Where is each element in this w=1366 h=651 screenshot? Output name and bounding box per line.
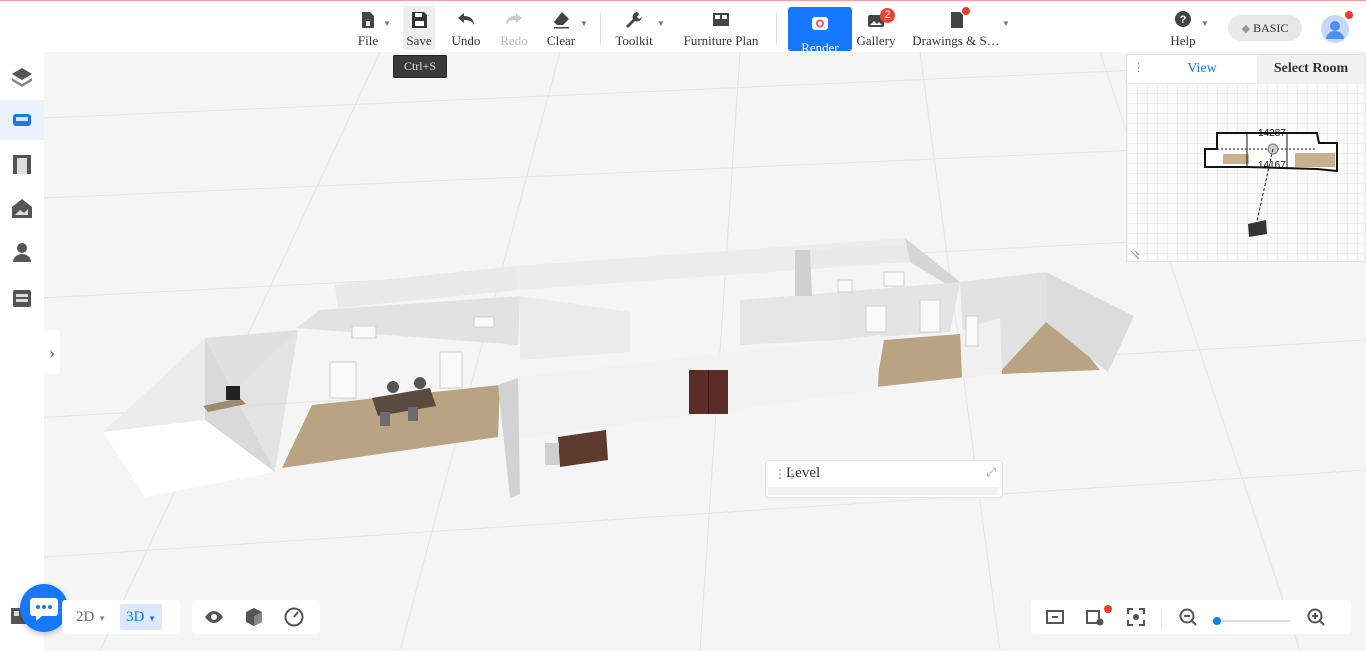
camera-zoom-toolbar bbox=[1031, 600, 1351, 634]
clear-label: Clear bbox=[546, 33, 576, 48]
drawings-notification-dot bbox=[962, 7, 970, 15]
sofa-icon bbox=[13, 114, 31, 126]
expand-icon[interactable]: ⤢ bbox=[986, 465, 996, 480]
view-2d-label: 2D bbox=[76, 609, 95, 625]
view-3d-label: 3D bbox=[126, 609, 145, 625]
undo-label: Undo bbox=[451, 33, 481, 48]
file-icon bbox=[362, 12, 374, 28]
render-button[interactable]: Render bbox=[788, 7, 852, 55]
clear-button[interactable]: Clear bbox=[544, 9, 578, 49]
person-icon bbox=[13, 243, 31, 262]
view-tools bbox=[192, 600, 320, 634]
toolkit-caret-icon[interactable]: ▼ bbox=[657, 19, 665, 28]
eye-icon[interactable] bbox=[204, 607, 224, 627]
zoom-slider-handle[interactable] bbox=[1213, 617, 1221, 625]
minimap-canvas[interactable]: 14287 14167 bbox=[1127, 83, 1365, 261]
top-toolbar: File ▼ Save Undo Redo Clear ▼ Toolkit ▼ bbox=[0, 0, 1366, 55]
sidebar-item-exterior[interactable] bbox=[0, 188, 44, 228]
save-icon bbox=[412, 12, 427, 28]
toolbar-divider bbox=[1161, 608, 1162, 628]
focus-icon[interactable] bbox=[1126, 607, 1146, 627]
door-icon bbox=[13, 155, 31, 174]
zoom-in-icon[interactable] bbox=[1306, 607, 1326, 627]
svg-text:?: ? bbox=[1180, 14, 1187, 26]
drawings-button[interactable]: Drawings & S… bbox=[912, 9, 1000, 49]
minimap-panel: ⋮⋮ View Select Room 14287 14167 bbox=[1126, 54, 1366, 262]
floorplan-outline bbox=[1130, 132, 1338, 260]
chat-bubble-icon bbox=[30, 598, 58, 621]
save-tooltip: Ctrl+S bbox=[393, 55, 447, 78]
furniture-plan-button[interactable]: Furniture Plan bbox=[680, 9, 762, 49]
file-label: File bbox=[357, 33, 379, 48]
cabinet-icon bbox=[13, 290, 31, 307]
chevron-down-icon: ▼ bbox=[98, 614, 107, 623]
render-label: Render bbox=[801, 40, 839, 55]
house-roof-icon bbox=[12, 199, 32, 218]
plan-label: BASIC bbox=[1253, 21, 1289, 35]
gallery-count-badge: 2 bbox=[880, 8, 895, 23]
drawings-caret-icon[interactable]: ▼ bbox=[1002, 19, 1010, 28]
view-2d-button[interactable]: 2D ▼ bbox=[70, 604, 112, 630]
avatar-notification-dot bbox=[1345, 11, 1353, 19]
dimension-top: 14287 bbox=[1258, 128, 1286, 139]
cube-icon[interactable] bbox=[244, 607, 264, 627]
cube-layers-icon bbox=[12, 68, 32, 87]
chat-button[interactable] bbox=[20, 584, 68, 632]
eraser-icon bbox=[554, 12, 569, 29]
furniture-plan-icon bbox=[713, 13, 729, 26]
left-sidebar bbox=[0, 52, 44, 651]
user-avatar[interactable] bbox=[1321, 15, 1349, 43]
redo-button[interactable]: Redo bbox=[497, 9, 531, 49]
view-mode-toggle: 2D ▼ 3D ▼ bbox=[62, 600, 180, 634]
zoom-out-icon[interactable] bbox=[1178, 607, 1198, 627]
chevron-down-icon: ▼ bbox=[148, 614, 157, 623]
sidebar-expand-chevron-icon[interactable]: › bbox=[44, 330, 60, 374]
file-caret-icon[interactable]: ▼ bbox=[383, 19, 391, 28]
drawings-label: Drawings & S… bbox=[912, 33, 1000, 48]
toolbar-divider bbox=[600, 13, 601, 45]
help-button[interactable]: ? Help bbox=[1166, 9, 1200, 49]
level-list[interactable] bbox=[768, 487, 998, 495]
sidebar-item-storage[interactable] bbox=[0, 278, 44, 318]
user-icon bbox=[1326, 21, 1344, 39]
zoom-slider-track[interactable] bbox=[1218, 620, 1290, 622]
sidebar-item-furniture[interactable] bbox=[0, 100, 44, 140]
help-icon: ? bbox=[1175, 11, 1191, 27]
toolkit-label: Toolkit bbox=[615, 33, 653, 48]
tab-view[interactable]: View bbox=[1147, 55, 1257, 83]
minimap-tabs: ⋮⋮ View Select Room bbox=[1127, 55, 1365, 83]
wrench-icon bbox=[626, 12, 642, 28]
tab-select-room[interactable]: Select Room bbox=[1257, 55, 1365, 83]
undo-button[interactable]: Undo bbox=[448, 9, 484, 49]
plan-badge[interactable]: ◆ BASIC bbox=[1228, 15, 1302, 41]
redo-icon bbox=[506, 13, 522, 25]
help-caret-icon[interactable]: ▼ bbox=[1201, 19, 1209, 28]
view-3d-button[interactable]: 3D ▼ bbox=[120, 604, 163, 630]
save-button[interactable]: Save bbox=[403, 9, 435, 49]
camera-preset-icon[interactable] bbox=[1045, 607, 1065, 627]
clear-caret-icon[interactable]: ▼ bbox=[580, 19, 588, 28]
file-menu-button[interactable]: File bbox=[352, 9, 384, 49]
gallery-label: Gallery bbox=[856, 33, 896, 48]
toolkit-button[interactable]: Toolkit bbox=[612, 9, 656, 49]
level-panel: ⋮⋮ Level ⤢ bbox=[765, 460, 1003, 498]
sidebar-item-doors[interactable] bbox=[0, 144, 44, 184]
sidebar-item-people[interactable] bbox=[0, 232, 44, 272]
save-label: Save bbox=[406, 33, 432, 48]
gauge-icon[interactable] bbox=[284, 607, 304, 627]
dimension-middle: 14167 bbox=[1258, 160, 1286, 171]
diamond-icon: ◆ bbox=[1241, 23, 1251, 35]
render-camera-icon bbox=[812, 17, 828, 30]
undo-icon bbox=[458, 13, 474, 25]
furniture-plan-label: Furniture Plan bbox=[683, 33, 759, 48]
settings-notification-dot bbox=[1104, 605, 1112, 613]
toolbar-divider bbox=[776, 13, 777, 45]
redo-label: Redo bbox=[500, 33, 528, 48]
help-label: Help bbox=[1170, 33, 1196, 48]
camera-settings-icon[interactable] bbox=[1085, 607, 1105, 627]
level-title: Level bbox=[786, 465, 821, 481]
sidebar-item-build[interactable] bbox=[0, 57, 44, 97]
